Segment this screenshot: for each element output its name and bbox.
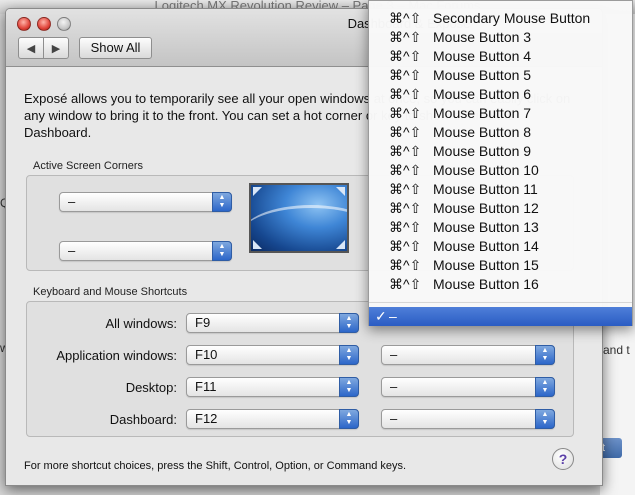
- menu-item[interactable]: ⌘^⇧ Mouse Button 11: [369, 180, 632, 199]
- modifier-keys-icon: ⌘^⇧: [389, 143, 422, 159]
- menu-item[interactable]: ⌘^⇧ Mouse Button 15: [369, 256, 632, 275]
- menu-item-label: Mouse Button 10: [433, 162, 539, 178]
- menu-item-label: Mouse Button 6: [433, 86, 532, 102]
- row-label-desktop: Desktop:: [125, 380, 177, 395]
- menu-item[interactable]: ⌘^⇧ Mouse Button 16: [369, 275, 632, 294]
- corner-bottom-left-popup[interactable]: – ▲ ▼: [59, 241, 232, 261]
- popup-value: F9: [195, 315, 211, 330]
- menu-item[interactable]: ⌘^⇧ Mouse Button 5: [369, 66, 632, 85]
- modifier-keys-icon: ⌘^⇧: [389, 86, 422, 102]
- row-label-all-windows: All windows:: [105, 316, 177, 331]
- menu-item-none-selected[interactable]: ✓ –: [369, 307, 632, 326]
- menu-item[interactable]: ⌘^⇧ Mouse Button 13: [369, 218, 632, 237]
- updown-arrows-icon: ▲ ▼: [535, 345, 555, 365]
- modifier-keys-icon: ⌘^⇧: [389, 29, 422, 45]
- popup-value: –: [68, 194, 76, 209]
- corners-group-label: Active Screen Corners: [33, 160, 144, 172]
- menu-item[interactable]: ⌘^⇧ Mouse Button 10: [369, 161, 632, 180]
- menu-item[interactable]: ⌘^⇧ Secondary Mouse Button: [369, 9, 632, 28]
- menu-item-label: Mouse Button 13: [433, 219, 539, 235]
- modifier-keys-icon: ⌘^⇧: [389, 276, 422, 292]
- modifier-keys-icon: ⌘^⇧: [389, 67, 422, 83]
- corner-marker-icon: [253, 240, 262, 249]
- help-icon: ?: [558, 451, 568, 467]
- modifier-keys-icon: ⌘^⇧: [389, 48, 422, 64]
- modifier-keys-icon: ⌘^⇧: [389, 162, 422, 178]
- application-windows-key-popup[interactable]: F10 ▲ ▼: [186, 345, 359, 365]
- checkmark-icon: ✓: [375, 308, 387, 324]
- popup-value: F12: [195, 411, 218, 426]
- row-label-application-windows: Application windows:: [56, 348, 177, 363]
- shortcuts-group-label: Keyboard and Mouse Shortcuts: [33, 286, 188, 298]
- desktop-key-popup[interactable]: F11 ▲ ▼: [186, 377, 359, 397]
- menu-item[interactable]: ⌘^⇧ Mouse Button 7: [369, 104, 632, 123]
- show-all-button[interactable]: Show All: [79, 37, 152, 59]
- desktop-mouse-popup[interactable]: – ▲ ▼: [381, 377, 555, 397]
- corner-top-left-popup[interactable]: – ▲ ▼: [59, 192, 232, 212]
- back-arrow-icon: ◀: [26, 42, 36, 55]
- modifier-keys-icon: ⌘^⇧: [389, 124, 422, 140]
- popup-value: –: [390, 379, 398, 394]
- menu-item-label: Mouse Button 5: [433, 67, 532, 83]
- dashboard-key-popup[interactable]: F12 ▲ ▼: [186, 409, 359, 429]
- all-windows-key-popup[interactable]: F9 ▲ ▼: [186, 313, 359, 333]
- menu-item[interactable]: ⌘^⇧ Mouse Button 12: [369, 199, 632, 218]
- back-button[interactable]: ◀: [19, 38, 43, 58]
- menu-item[interactable]: ⌘^⇧ Mouse Button 6: [369, 85, 632, 104]
- menu-item-label: Mouse Button 4: [433, 48, 532, 64]
- modifier-keys-icon: ⌘^⇧: [389, 257, 422, 273]
- popup-value: F10: [195, 347, 218, 362]
- forward-button[interactable]: ▶: [43, 38, 68, 58]
- page-button-fragment: t: [600, 438, 622, 458]
- updown-arrows-icon: ▲ ▼: [535, 377, 555, 397]
- help-button[interactable]: ?: [552, 448, 574, 470]
- menu-item[interactable]: ⌘^⇧ Mouse Button 3: [369, 28, 632, 47]
- updown-arrows-icon: ▲ ▼: [339, 377, 359, 397]
- updown-arrows-icon: ▲ ▼: [339, 345, 359, 365]
- popup-value: –: [390, 347, 398, 362]
- menu-item-label: Mouse Button 3: [433, 29, 532, 45]
- menu-separator: [369, 302, 632, 303]
- navigation-segment: ◀ ▶: [18, 37, 69, 59]
- menu-item[interactable]: ⌘^⇧ Mouse Button 14: [369, 237, 632, 256]
- menu-item-label: Mouse Button 14: [433, 238, 539, 254]
- menu-item-label: Mouse Button 11: [433, 181, 538, 197]
- forward-arrow-icon: ▶: [51, 42, 61, 55]
- modifier-keys-icon: ⌘^⇧: [389, 238, 422, 254]
- application-windows-mouse-popup[interactable]: – ▲ ▼: [381, 345, 555, 365]
- page-text-fragment: and t: [603, 343, 630, 357]
- menu-item[interactable]: ⌘^⇧ Mouse Button 8: [369, 123, 632, 142]
- corner-marker-icon: [336, 240, 345, 249]
- modifier-keys-icon: ⌘^⇧: [389, 200, 422, 216]
- menu-item-label: Mouse Button 12: [433, 200, 539, 216]
- menu-item-label: Mouse Button 9: [433, 143, 532, 159]
- popup-value: –: [68, 243, 76, 258]
- updown-arrows-icon: ▲ ▼: [212, 241, 232, 261]
- menu-item-label: Secondary Mouse Button: [433, 10, 591, 26]
- menu-item-label: Mouse Button 7: [433, 105, 532, 121]
- footnote-text: For more shortcut choices, press the Shi…: [24, 460, 407, 472]
- modifier-keys-icon: ⌘^⇧: [389, 105, 422, 121]
- menu-item-label: Mouse Button 8: [433, 124, 532, 140]
- updown-arrows-icon: ▲ ▼: [535, 409, 555, 429]
- modifier-keys-icon: ⌘^⇧: [389, 10, 422, 26]
- updown-arrows-icon: ▲ ▼: [212, 192, 232, 212]
- corner-marker-icon: [253, 187, 262, 196]
- menu-item-label: Mouse Button 15: [433, 257, 539, 273]
- popup-value: F11: [195, 379, 217, 394]
- modifier-keys-icon: ⌘^⇧: [389, 219, 422, 235]
- updown-arrows-icon: ▲ ▼: [339, 313, 359, 333]
- modifier-keys-icon: ⌘^⇧: [389, 181, 422, 197]
- menu-item[interactable]: ⌘^⇧ Mouse Button 4: [369, 47, 632, 66]
- row-label-dashboard: Dashboard:: [109, 412, 177, 427]
- screen-preview-image: [249, 183, 349, 253]
- corner-marker-icon: [336, 187, 345, 196]
- menu-item-label: –: [389, 308, 397, 324]
- menu-item-label: Mouse Button 16: [433, 276, 539, 292]
- dashboard-mouse-popup[interactable]: – ▲ ▼: [381, 409, 555, 429]
- mouse-button-menu: ⌘^⇧ Secondary Mouse Button ⌘^⇧ Mouse Button…: [368, 0, 633, 326]
- menu-item[interactable]: ⌘^⇧ Mouse Button 9: [369, 142, 632, 161]
- popup-value: –: [390, 411, 398, 426]
- updown-arrows-icon: ▲ ▼: [339, 409, 359, 429]
